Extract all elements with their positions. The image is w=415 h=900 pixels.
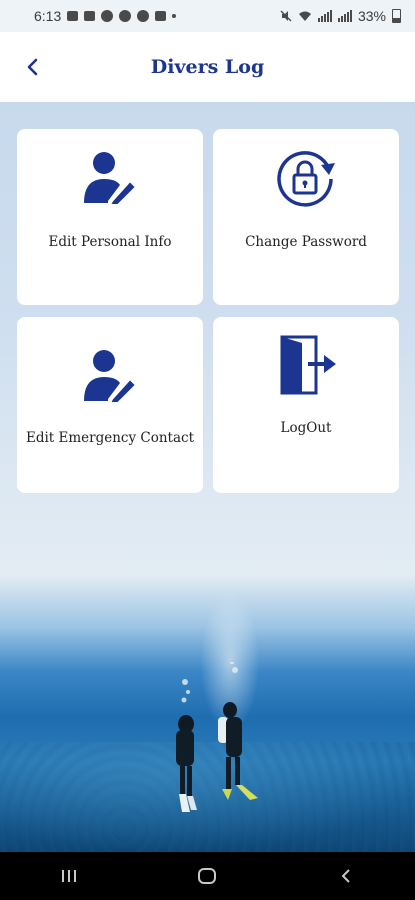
card-icon-wrap — [17, 151, 203, 205]
user-edit-icon — [84, 350, 138, 403]
card-icon-wrap — [17, 349, 203, 403]
card-label: Change Password — [245, 234, 367, 250]
status-right: 33% — [280, 8, 401, 24]
signal-icon — [337, 10, 352, 22]
slack-icon — [67, 11, 79, 21]
user-edit-icon — [84, 152, 138, 205]
back-button[interactable] — [20, 54, 46, 80]
home-button[interactable] — [187, 856, 227, 896]
lock-rotate-icon — [277, 151, 335, 207]
page-title: Divers Log — [150, 56, 265, 78]
battery-icon — [392, 9, 401, 23]
recent-apps-icon — [62, 870, 77, 882]
back-icon — [341, 869, 350, 883]
status-time: 6:13 — [34, 8, 62, 24]
logout-door-icon — [280, 335, 336, 395]
edit-emergency-contact-card[interactable]: Edit Emergency Contact — [17, 317, 203, 493]
card-label: LogOut — [280, 420, 332, 436]
dot-icon — [172, 14, 177, 18]
mute-icon — [280, 10, 292, 22]
main-content: Edit Personal Info Change Password Edit … — [0, 102, 415, 852]
recent-apps-button[interactable] — [49, 856, 89, 896]
card-icon-wrap — [213, 149, 399, 207]
change-password-card[interactable]: Change Password — [213, 129, 399, 305]
message-icon — [84, 11, 96, 21]
card-icon-wrap — [213, 335, 399, 395]
status-left: 6:13 — [34, 8, 177, 24]
card-label: Edit Emergency Contact — [25, 430, 195, 446]
divers-image — [176, 662, 258, 812]
card-label: Edit Personal Info — [48, 234, 172, 250]
logout-card[interactable]: LogOut — [213, 317, 399, 493]
nav-back-button[interactable] — [326, 856, 366, 896]
b-icon — [119, 10, 132, 22]
app-header: Divers Log — [0, 32, 415, 102]
battery-percent: 33% — [357, 8, 386, 24]
wifi-icon — [298, 11, 311, 21]
edit-personal-info-card[interactable]: Edit Personal Info — [17, 129, 203, 305]
home-icon — [198, 868, 217, 884]
status-bar: 6:13 33% — [0, 0, 415, 32]
system-nav-bar — [0, 852, 415, 900]
b-icon — [137, 10, 150, 22]
chevron-left-icon — [27, 58, 38, 76]
mail-icon — [155, 11, 167, 21]
signal-icon — [317, 10, 332, 22]
b-icon — [101, 10, 114, 22]
